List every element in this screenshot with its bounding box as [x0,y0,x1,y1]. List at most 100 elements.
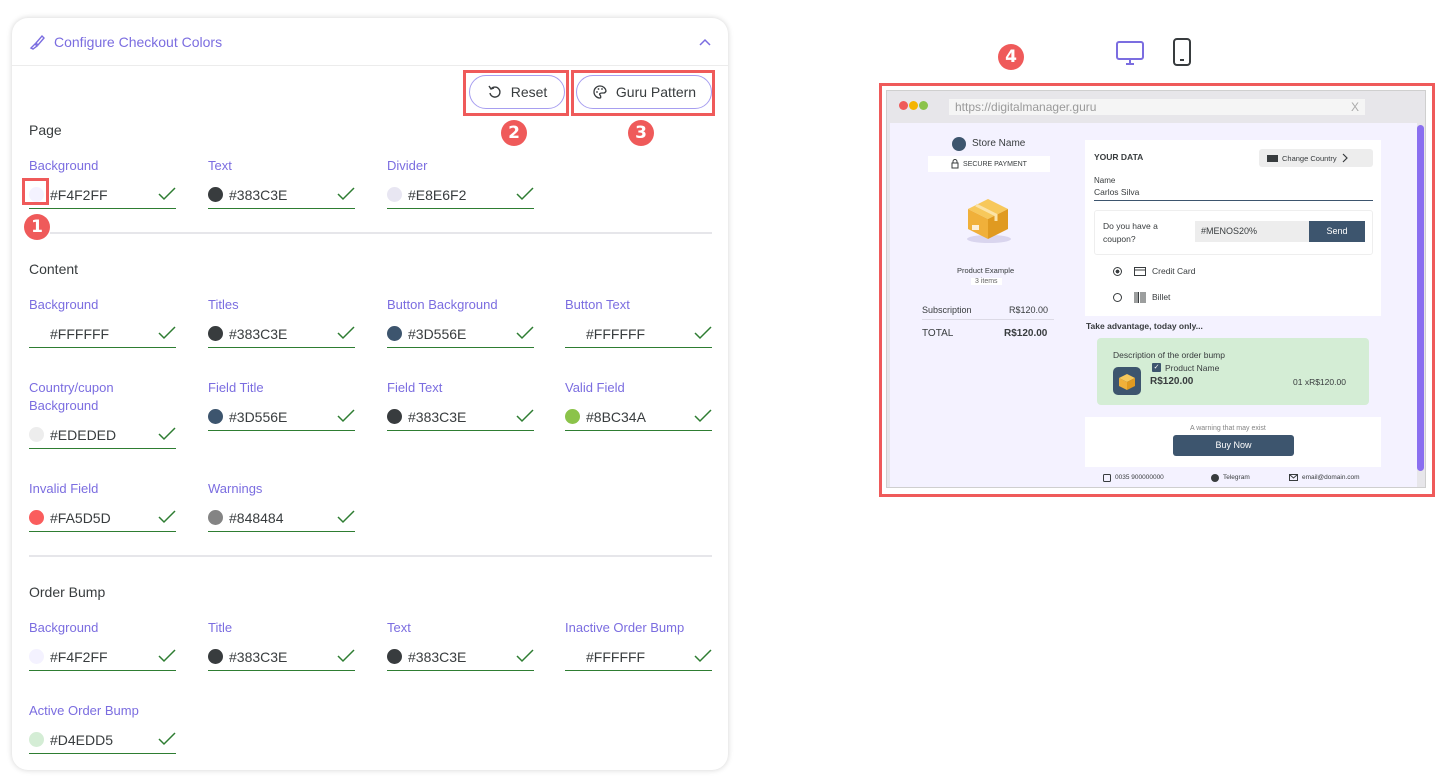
check-icon [337,510,355,524]
color-value[interactable]: #383C3E [408,649,466,665]
field-bump-active[interactable]: Active Order Bump #D4EDD5 [29,702,176,754]
color-swatch[interactable] [29,326,44,341]
color-input[interactable]: #8BC34A [565,403,712,431]
color-value[interactable]: #FA5D5D [50,510,111,526]
color-value[interactable]: #383C3E [229,326,287,342]
color-swatch[interactable] [29,510,44,525]
color-input[interactable]: #FFFFFF [565,643,712,671]
color-value[interactable]: #F4F2FF [50,649,108,665]
color-input[interactable]: #3D556E [208,403,355,431]
color-input[interactable]: #FFFFFF [29,320,176,348]
radio-credit-card[interactable] [1113,267,1122,276]
send-button[interactable]: Send [1309,221,1365,242]
color-input[interactable]: #383C3E [208,643,355,671]
section-divider [50,232,712,234]
field-bump-text[interactable]: Text #383C3E [387,619,534,671]
field-content-titles[interactable]: Titles #383C3E [208,296,355,348]
change-country-button[interactable]: Change Country [1259,149,1373,167]
field-bump-inactive[interactable]: Inactive Order Bump #FFFFFF [565,619,712,671]
desktop-icon[interactable] [1115,38,1145,68]
color-value[interactable]: #8BC34A [586,409,646,425]
color-value[interactable]: #3D556E [408,326,466,342]
field-page-background[interactable]: Background #F4F2FF [29,157,176,209]
panel-header[interactable]: Configure Checkout Colors [12,18,728,66]
field-content-field-title[interactable]: Field Title #3D556E [208,379,355,431]
field-bump-title[interactable]: Title #383C3E [208,619,355,671]
color-value[interactable]: #FFFFFF [50,326,109,342]
color-value[interactable]: #383C3E [229,187,287,203]
color-value[interactable]: #FFFFFF [586,326,645,342]
product-example: Product Example [957,266,1015,275]
color-input[interactable]: #383C3E [387,643,534,671]
color-swatch[interactable] [565,326,580,341]
buy-now-button[interactable]: Buy Now [1173,435,1294,456]
field-content-country-background[interactable]: Country/cupon Background #EDEDED [29,379,176,449]
radio-billet[interactable] [1113,293,1122,302]
buy-now-label: Buy Now [1215,440,1252,450]
color-swatch[interactable] [565,649,580,664]
color-input[interactable]: #E8E6F2 [387,181,534,209]
chevron-up-icon[interactable] [698,37,712,47]
bump-checkbox[interactable]: ✓ [1152,363,1161,372]
color-swatch[interactable] [387,649,402,664]
mobile-icon[interactable] [1171,37,1193,67]
color-input[interactable]: #848484 [208,504,355,532]
coupon-input[interactable]: #MENOS20% [1195,221,1309,242]
color-value[interactable]: #EDEDED [50,427,116,443]
color-swatch[interactable] [387,409,402,424]
color-swatch[interactable] [29,649,44,664]
color-value[interactable]: #848484 [229,510,284,526]
color-input[interactable]: #383C3E [208,181,355,209]
field-label: Active Order Bump [29,703,139,718]
field-content-invalid-field[interactable]: Invalid Field #FA5D5D [29,480,176,532]
color-value[interactable]: #3D556E [229,409,287,425]
product-box-icon [1113,367,1141,395]
color-value[interactable]: #F4F2FF [50,187,108,203]
color-input[interactable]: #FA5D5D [29,504,176,532]
field-label: Text [208,158,232,173]
color-swatch[interactable] [208,649,223,664]
color-swatch[interactable] [29,427,44,442]
color-input[interactable]: #F4F2FF [29,181,176,209]
color-input[interactable]: #F4F2FF [29,643,176,671]
field-content-valid-field[interactable]: Valid Field #8BC34A [565,379,712,431]
field-page-text[interactable]: Text #383C3E [208,157,355,209]
store-name: Store Name [972,138,1026,149]
color-swatch[interactable] [208,510,223,525]
color-swatch[interactable] [29,732,44,747]
color-value[interactable]: #383C3E [229,649,287,665]
field-content-button-text[interactable]: Button Text #FFFFFF [565,296,712,348]
color-input[interactable]: #D4EDD5 [29,726,176,754]
guru-pattern-button[interactable]: Guru Pattern [576,75,712,109]
name-value[interactable]: Carlos Silva [1094,187,1139,197]
chevron-right-icon [1342,153,1348,163]
color-input[interactable]: #FFFFFF [565,320,712,348]
section-content-title: Content [29,261,79,277]
color-input[interactable]: #EDEDED [29,421,176,449]
color-swatch[interactable] [387,326,402,341]
color-swatch[interactable] [208,187,223,202]
color-input[interactable]: #383C3E [387,403,534,431]
color-swatch[interactable] [387,187,402,202]
reset-button[interactable]: Reset [469,75,565,109]
color-value[interactable]: #D4EDD5 [50,732,113,748]
footer-email: email@domain.com [1302,474,1360,481]
color-value[interactable]: #383C3E [408,409,466,425]
field-content-warnings[interactable]: Warnings #848484 [208,480,355,532]
field-page-divider[interactable]: Divider #E8E6F2 [387,157,534,209]
field-bump-background[interactable]: Background #F4F2FF [29,619,176,671]
color-swatch[interactable] [208,409,223,424]
browser-bar: https://digitalmanager.guru X [887,91,1425,121]
color-swatch[interactable] [565,409,580,424]
color-input[interactable]: #383C3E [208,320,355,348]
field-content-background[interactable]: Background #FFFFFF [29,296,176,348]
lock-icon [951,159,959,169]
highlight-swatch [22,178,49,205]
field-content-field-text[interactable]: Field Text #383C3E [387,379,534,431]
color-value[interactable]: #E8E6F2 [408,187,466,203]
field-label: Valid Field [565,380,625,395]
color-input[interactable]: #3D556E [387,320,534,348]
color-swatch[interactable] [208,326,223,341]
color-value[interactable]: #FFFFFF [586,649,645,665]
field-content-button-background[interactable]: Button Background #3D556E [387,296,534,348]
